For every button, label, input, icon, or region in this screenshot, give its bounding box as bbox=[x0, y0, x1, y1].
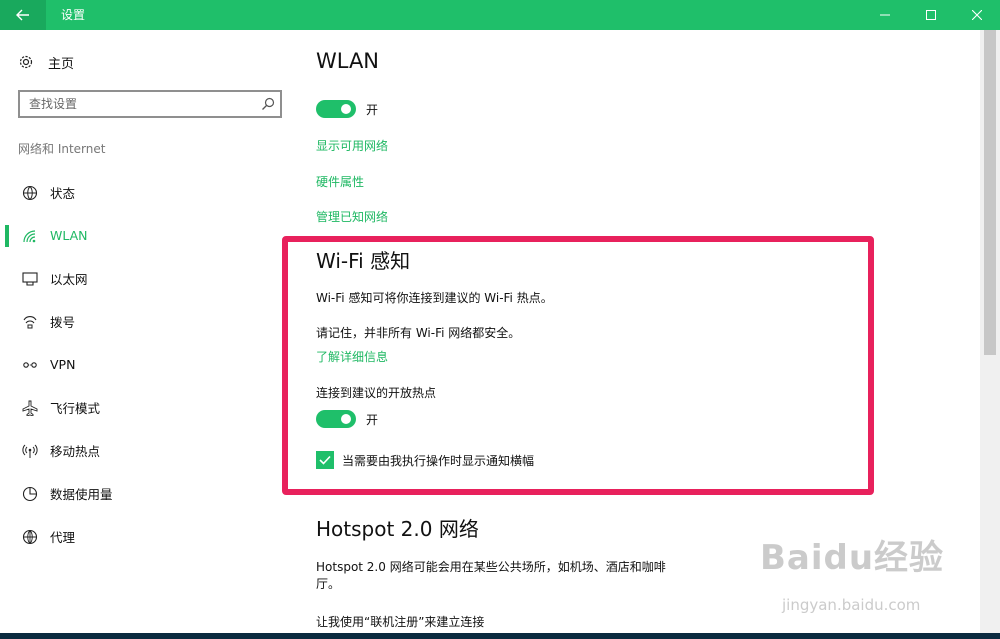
sidebar-item-label: 代理 bbox=[50, 530, 76, 545]
wlan-toggle-row: 开 bbox=[316, 100, 378, 118]
close-button[interactable] bbox=[954, 0, 1000, 30]
airplane-icon bbox=[20, 399, 40, 417]
scrollbar-thumb[interactable] bbox=[984, 30, 996, 355]
ethernet-icon bbox=[20, 270, 40, 288]
hotspot-title: Hotspot 2.0 网络 bbox=[316, 517, 479, 541]
sidebar-item-dialup[interactable]: 拨号 bbox=[0, 300, 300, 343]
sidebar-item-label: WLAN bbox=[50, 228, 88, 243]
hotspot-icon bbox=[20, 442, 40, 460]
dialup-icon bbox=[20, 313, 40, 331]
watermark: Baidu经验 jingyan.baidu.com bbox=[760, 530, 950, 620]
sidebar-item-proxy[interactable]: 代理 bbox=[0, 515, 300, 558]
home-link[interactable]: 主页 bbox=[18, 53, 75, 72]
sidebar-item-label: 状态 bbox=[50, 186, 76, 201]
show-available-networks-link[interactable]: 显示可用网络 bbox=[316, 137, 388, 154]
sidebar-item-ethernet[interactable]: 以太网 bbox=[0, 257, 300, 300]
wlan-toggle[interactable] bbox=[316, 100, 356, 118]
sidebar-item-hotspot[interactable]: 移动热点 bbox=[0, 429, 300, 472]
sidebar-item-label: 飞行模式 bbox=[50, 401, 101, 416]
sidebar-item-label: 以太网 bbox=[50, 272, 88, 287]
sidebar-item-airplane[interactable]: 飞行模式 bbox=[0, 386, 300, 429]
back-button[interactable] bbox=[0, 0, 46, 30]
scrollbar[interactable] bbox=[980, 30, 1000, 639]
annotation-highlight-box bbox=[282, 236, 874, 495]
globe-icon bbox=[20, 528, 40, 546]
settings-window: 设置 主页 网络和 Internet 状态 bbox=[0, 0, 1000, 639]
desktop-edge bbox=[0, 633, 1000, 639]
sidebar-item-label: 移动热点 bbox=[50, 444, 101, 459]
manage-known-networks-link[interactable]: 管理已知网络 bbox=[316, 208, 388, 225]
search-icon bbox=[262, 97, 275, 110]
watermark-url: jingyan.baidu.com bbox=[782, 596, 921, 614]
hotspot-description-line2: 厅。 bbox=[316, 577, 341, 591]
sidebar-item-status[interactable]: 状态 bbox=[0, 171, 300, 214]
sidebar-item-vpn[interactable]: VPN bbox=[0, 343, 300, 386]
watermark-logo: Baidu经验 bbox=[760, 538, 945, 578]
sidebar-item-data-usage[interactable]: 数据使用量 bbox=[0, 472, 300, 515]
home-label: 主页 bbox=[48, 56, 75, 72]
nav-list: 状态 WLAN 以太网 拨号 VPN 飞行模式 移动热点 数据使用量 代理 bbox=[0, 171, 300, 558]
gear-icon bbox=[19, 55, 33, 69]
sidebar-item-label: 拨号 bbox=[50, 315, 76, 330]
sidebar: 主页 网络和 Internet 状态 WLAN 以太网 拨号 bbox=[0, 30, 300, 639]
sidebar-item-wlan[interactable]: WLAN bbox=[0, 214, 300, 257]
search-box[interactable] bbox=[18, 90, 282, 118]
arrow-left-icon bbox=[16, 9, 29, 21]
sidebar-item-label: VPN bbox=[50, 357, 76, 372]
sidebar-item-label: 数据使用量 bbox=[50, 487, 113, 502]
window-controls bbox=[862, 0, 1000, 30]
maximize-icon bbox=[926, 10, 936, 20]
minimize-icon bbox=[880, 14, 890, 16]
wifi-icon bbox=[20, 227, 40, 245]
wlan-toggle-label: 开 bbox=[366, 102, 379, 117]
data-usage-icon bbox=[20, 485, 40, 503]
title-bar: 设置 bbox=[0, 0, 1000, 30]
globe-status-icon bbox=[20, 184, 40, 202]
online-signup-option: 让我使用“联机注册”来建立连接 bbox=[316, 615, 485, 629]
vpn-icon bbox=[20, 356, 40, 374]
window-title: 设置 bbox=[61, 8, 86, 22]
maximize-button[interactable] bbox=[908, 0, 954, 30]
hotspot-description-line1: Hotspot 2.0 网络可能会用在某些公共场所，如机场、酒店和咖啡 bbox=[316, 560, 666, 574]
hardware-properties-link[interactable]: 硬件属性 bbox=[316, 173, 364, 190]
search-input[interactable] bbox=[20, 92, 249, 116]
minimize-button[interactable] bbox=[862, 0, 908, 30]
page-title: WLAN bbox=[316, 49, 380, 73]
close-icon bbox=[972, 10, 982, 20]
section-label: 网络和 Internet bbox=[18, 142, 106, 156]
